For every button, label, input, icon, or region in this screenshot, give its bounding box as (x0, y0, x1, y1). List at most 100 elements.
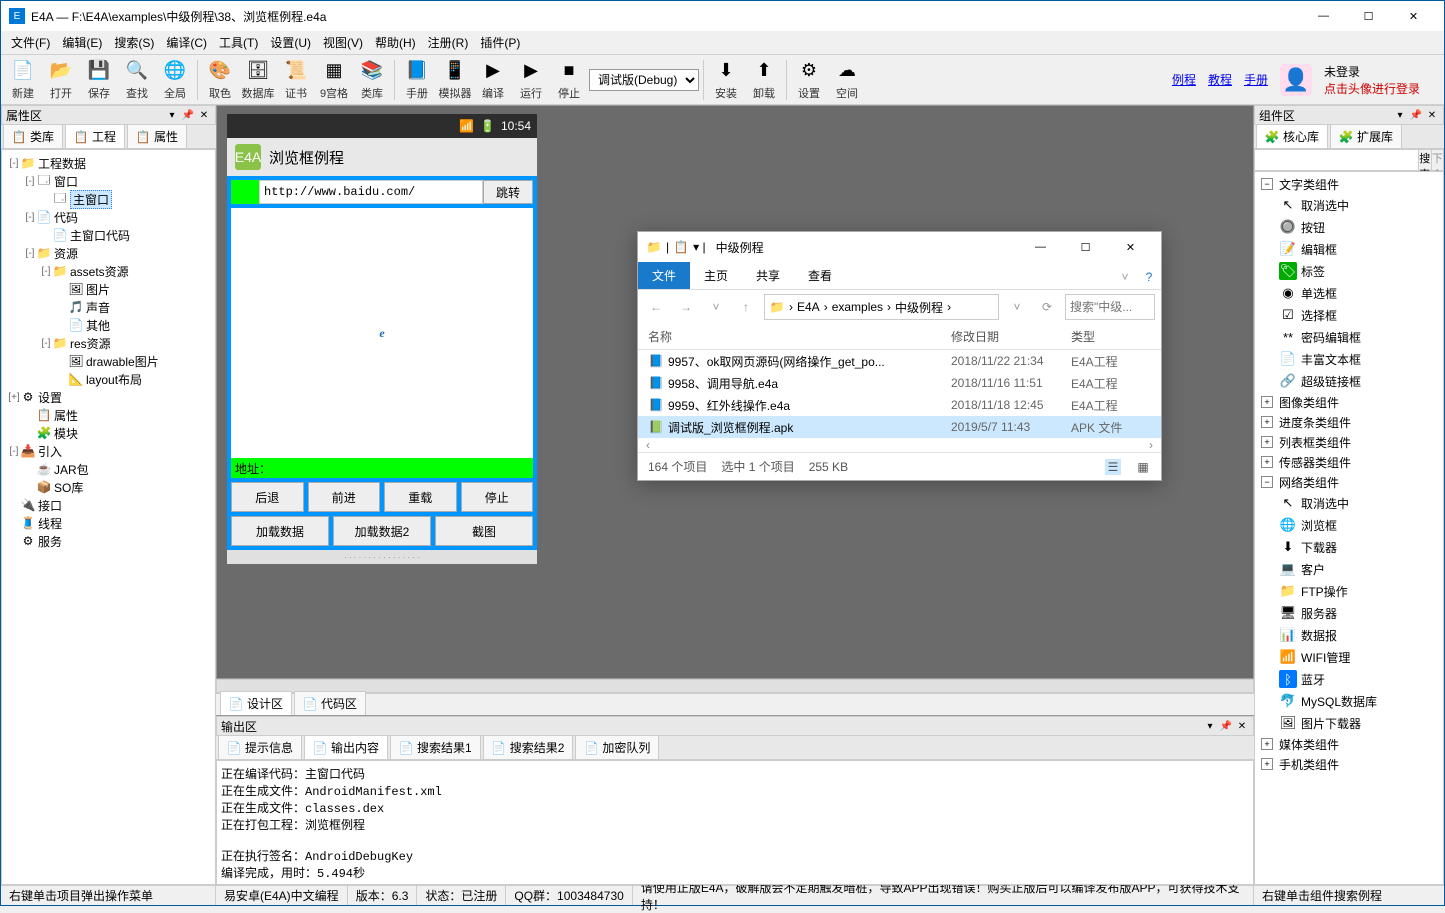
output-tab[interactable]: 📄搜索结果1 (390, 735, 481, 759)
up-icon[interactable]: ↑ (734, 295, 758, 319)
file-row[interactable]: 📘9958、调用导航.e4a2018/11/16 11:51E4A工程 (638, 372, 1161, 394)
phone-button[interactable]: 后退 (231, 482, 304, 512)
toolbar-编译[interactable]: ▶编译 (475, 57, 511, 103)
phone-button[interactable]: 重载 (384, 482, 457, 512)
file-row[interactable]: 📘9959、红外线操作.e4a2018/11/18 12:45E4A工程 (638, 394, 1161, 416)
project-tree[interactable]: [-]📁工程数据[-]🗔窗口🗔主窗口[-]📄代码📄主窗口代码[-]📁资源[-]📁… (1, 149, 216, 885)
tree-item[interactable]: 📄主窗口代码 (4, 226, 213, 244)
component-item[interactable]: 📝编辑框 (1257, 238, 1441, 260)
menu-item[interactable]: 文件(F) (5, 32, 56, 53)
comp-pin-icon[interactable]: 📌 (1409, 108, 1423, 122)
component-item[interactable]: 🖼图片下载器 (1257, 712, 1441, 734)
forward-icon[interactable]: → (674, 295, 698, 319)
property-tab[interactable]: 📋属性 (127, 124, 187, 148)
component-item[interactable]: 📄丰富文本框 (1257, 348, 1441, 370)
toolbar-全局[interactable]: 🌐全局 (157, 57, 193, 103)
tree-item[interactable]: 🖼图片 (4, 280, 213, 298)
toolbar-空间[interactable]: ☁空间 (829, 57, 865, 103)
next-button[interactable]: 下个 (1431, 150, 1444, 170)
crumb[interactable]: 中级例程 (895, 299, 943, 316)
component-search-input[interactable] (1255, 150, 1418, 170)
component-item[interactable]: 🔘按钮 (1257, 216, 1441, 238)
breadcrumb[interactable]: 📁 › E4A›examples›中级例程› (764, 294, 999, 320)
tree-item[interactable]: [-]🗔窗口 (4, 172, 213, 190)
addr-dropdown-icon[interactable]: ˅ (1005, 295, 1029, 319)
menu-item[interactable]: 编辑(E) (56, 32, 108, 53)
design-area[interactable]: 📶 🔋 10:54 E4A 浏览框例程 跳转 (216, 105, 1254, 679)
toolbar-打开[interactable]: 📂打开 (43, 57, 79, 103)
component-item[interactable]: 🐬MySQL数据库 (1257, 690, 1441, 712)
menu-item[interactable]: 设置(U) (264, 32, 317, 53)
ribbon-tab[interactable]: 共享 (742, 262, 794, 289)
tree-item[interactable]: 📋属性 (4, 406, 213, 424)
toolbar-停止[interactable]: ■停止 (551, 57, 587, 103)
toolbar-保存[interactable]: 💾保存 (81, 57, 117, 103)
toolbar-link[interactable]: 教程 (1208, 71, 1232, 88)
phone-button[interactable]: 截图 (435, 516, 533, 546)
component-item[interactable]: 🔗超级链接框 (1257, 370, 1441, 392)
ribbon-tab[interactable]: 文件 (638, 262, 690, 289)
output-tab[interactable]: 📄搜索结果2 (483, 735, 574, 759)
toolbar-类库[interactable]: 📚类库 (354, 57, 390, 103)
property-tab[interactable]: 📋类库 (3, 124, 63, 148)
component-category[interactable]: +进度条类组件 (1257, 412, 1441, 432)
explorer-menu-icon[interactable]: 📋 (673, 239, 689, 255)
tree-item[interactable]: [+]⚙设置 (4, 388, 213, 406)
toolbar-运行[interactable]: ▶运行 (513, 57, 549, 103)
component-category[interactable]: +手机类组件 (1257, 754, 1441, 774)
back-icon[interactable]: ← (644, 295, 668, 319)
maximize-button[interactable]: ☐ (1346, 1, 1391, 31)
close-button[interactable]: ✕ (1391, 1, 1436, 31)
property-tab[interactable]: 📋工程 (65, 124, 125, 148)
recent-icon[interactable]: ˅ (704, 295, 728, 319)
tree-item[interactable]: 📦SO库 (4, 478, 213, 496)
component-item[interactable]: 💻客户 (1257, 558, 1441, 580)
component-item[interactable]: 🌐浏览框 (1257, 514, 1441, 536)
scroll-right-icon[interactable]: › (1149, 438, 1153, 452)
ribbon-expand-icon[interactable]: ˅ (1113, 265, 1137, 289)
tree-item[interactable]: [-]📁工程数据 (4, 154, 213, 172)
phone-button[interactable]: 加载数据2 (333, 516, 431, 546)
toolbar-设置[interactable]: ⚙设置 (791, 57, 827, 103)
col-date[interactable]: 修改日期 (951, 328, 1071, 345)
ribbon-tab[interactable]: 查看 (794, 262, 846, 289)
go-button[interactable]: 跳转 (483, 180, 533, 204)
component-item[interactable]: ↖取消选中 (1257, 492, 1441, 514)
menu-item[interactable]: 注册(R) (422, 32, 475, 53)
explorer-close[interactable]: ✕ (1108, 232, 1153, 262)
explorer-search[interactable] (1065, 294, 1155, 320)
output-tab[interactable]: 📄加密队列 (575, 735, 659, 759)
phone-button[interactable]: 停止 (461, 482, 534, 512)
component-category[interactable]: +传感器类组件 (1257, 452, 1441, 472)
toolbar-卸载[interactable]: ⬆卸载 (746, 57, 782, 103)
refresh-icon[interactable]: ⟳ (1035, 295, 1059, 319)
toolbar-新建[interactable]: 📄新建 (5, 57, 41, 103)
component-category[interactable]: −文字类组件 (1257, 174, 1441, 194)
crumb[interactable]: examples (832, 300, 883, 314)
menu-item[interactable]: 编译(C) (160, 32, 213, 53)
explorer-columns[interactable]: 名称 修改日期 类型 (638, 324, 1161, 350)
component-tree[interactable]: −文字类组件↖取消选中🔘按钮📝编辑框🏷标签◉单选框☑选择框**密码编辑框📄丰富文… (1254, 171, 1444, 885)
component-item[interactable]: ↖取消选中 (1257, 194, 1441, 216)
tree-item[interactable]: [-]📁assets资源 (4, 262, 213, 280)
panel-close-icon[interactable]: ✕ (197, 108, 211, 122)
component-item[interactable]: 🏷标签 (1257, 260, 1441, 282)
details-view-icon[interactable]: ☰ (1105, 459, 1121, 475)
phone-button[interactable]: 前进 (308, 482, 381, 512)
menu-item[interactable]: 帮助(H) (369, 32, 422, 53)
tree-item[interactable]: 🎵声音 (4, 298, 213, 316)
file-row[interactable]: 📗调试版_浏览框例程.apk2019/5/7 11:43APK 文件 (638, 416, 1161, 438)
output-content[interactable]: 正在编译代码：主窗口代码 正在生成文件：AndroidManifest.xml … (216, 760, 1254, 885)
tree-item[interactable]: 🧵线程 (4, 514, 213, 532)
url-icon[interactable] (231, 180, 259, 204)
search-button[interactable]: 搜索 (1418, 150, 1431, 170)
comp-close-icon[interactable]: ✕ (1425, 108, 1439, 122)
component-category[interactable]: +列表框类组件 (1257, 432, 1441, 452)
component-category[interactable]: −网络类组件 (1257, 472, 1441, 492)
menu-item[interactable]: 工具(T) (213, 32, 264, 53)
menu-item[interactable]: 视图(V) (317, 32, 369, 53)
explorer-file-list[interactable]: 📘9957、ok取网页源码(网络操作_get_po...2018/11/22 2… (638, 350, 1161, 438)
component-category[interactable]: +媒体类组件 (1257, 734, 1441, 754)
tree-item[interactable]: 🧩模块 (4, 424, 213, 442)
menu-item[interactable]: 插件(P) (474, 32, 526, 53)
